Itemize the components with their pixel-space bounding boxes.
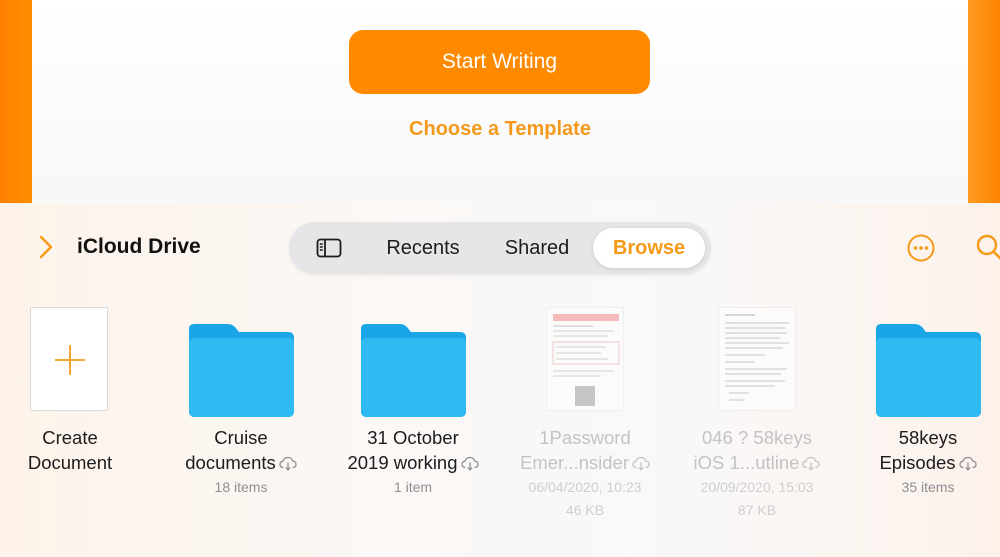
item-name: 046 ? 58keys iOS 1...utline — [682, 425, 832, 475]
cloud-download-icon — [632, 456, 650, 471]
item-date: 20/09/2020, 15:03 — [700, 479, 814, 495]
search-icon[interactable] — [975, 233, 1000, 263]
plus-icon — [55, 345, 85, 375]
folder-icon — [361, 324, 466, 417]
item-date: 06/04/2020, 10:23 — [528, 479, 642, 495]
sidebar-toggle[interactable] — [303, 228, 355, 268]
start-writing-button[interactable]: Start Writing — [349, 30, 650, 94]
item-name: Cruise documents — [166, 425, 316, 475]
folder-icon — [876, 324, 981, 417]
tab-shared[interactable]: Shared — [487, 228, 587, 268]
cloud-download-icon — [802, 456, 821, 471]
item-count: 35 items — [901, 479, 955, 495]
item-name: 1Password Emer...nsider — [510, 425, 660, 475]
cloud-download-icon — [460, 456, 479, 471]
item-size: 87 KB — [737, 502, 777, 518]
document-browser: iCloud Drive Recents Shared Browse Creat… — [0, 203, 1000, 557]
cloud-download-icon — [279, 456, 297, 471]
item-name: Create Document — [27, 427, 113, 473]
tab-browse[interactable]: Browse — [593, 228, 705, 268]
location-title: iCloud Drive — [77, 235, 201, 258]
cloud-download-icon — [958, 456, 977, 471]
tab-recents[interactable]: Recents — [373, 228, 473, 268]
choose-template-link[interactable]: Choose a Template — [350, 118, 650, 141]
document-thumbnail — [718, 307, 796, 411]
chevron-right-icon[interactable] — [36, 234, 56, 260]
document-thumbnail — [546, 307, 624, 411]
tab-bar: Recents Shared Browse — [289, 222, 711, 274]
folder-icon — [189, 324, 294, 417]
more-icon[interactable] — [906, 233, 936, 263]
document-preview-icon — [725, 314, 789, 401]
top-backdrop: Start Writing Choose a Template — [0, 0, 1000, 215]
item-count: 18 items — [214, 479, 268, 495]
item-count: 1 item — [393, 479, 433, 495]
create-document-tile[interactable] — [30, 307, 108, 411]
sidebar-icon — [316, 238, 342, 258]
nav-bar: iCloud Drive Recents Shared Browse — [0, 203, 1000, 291]
item-name: 58keys Episodes — [853, 425, 1000, 475]
item-name: 31 October 2019 working — [338, 425, 488, 475]
document-preview-icon — [552, 314, 620, 406]
item-size: 46 KB — [565, 502, 605, 518]
